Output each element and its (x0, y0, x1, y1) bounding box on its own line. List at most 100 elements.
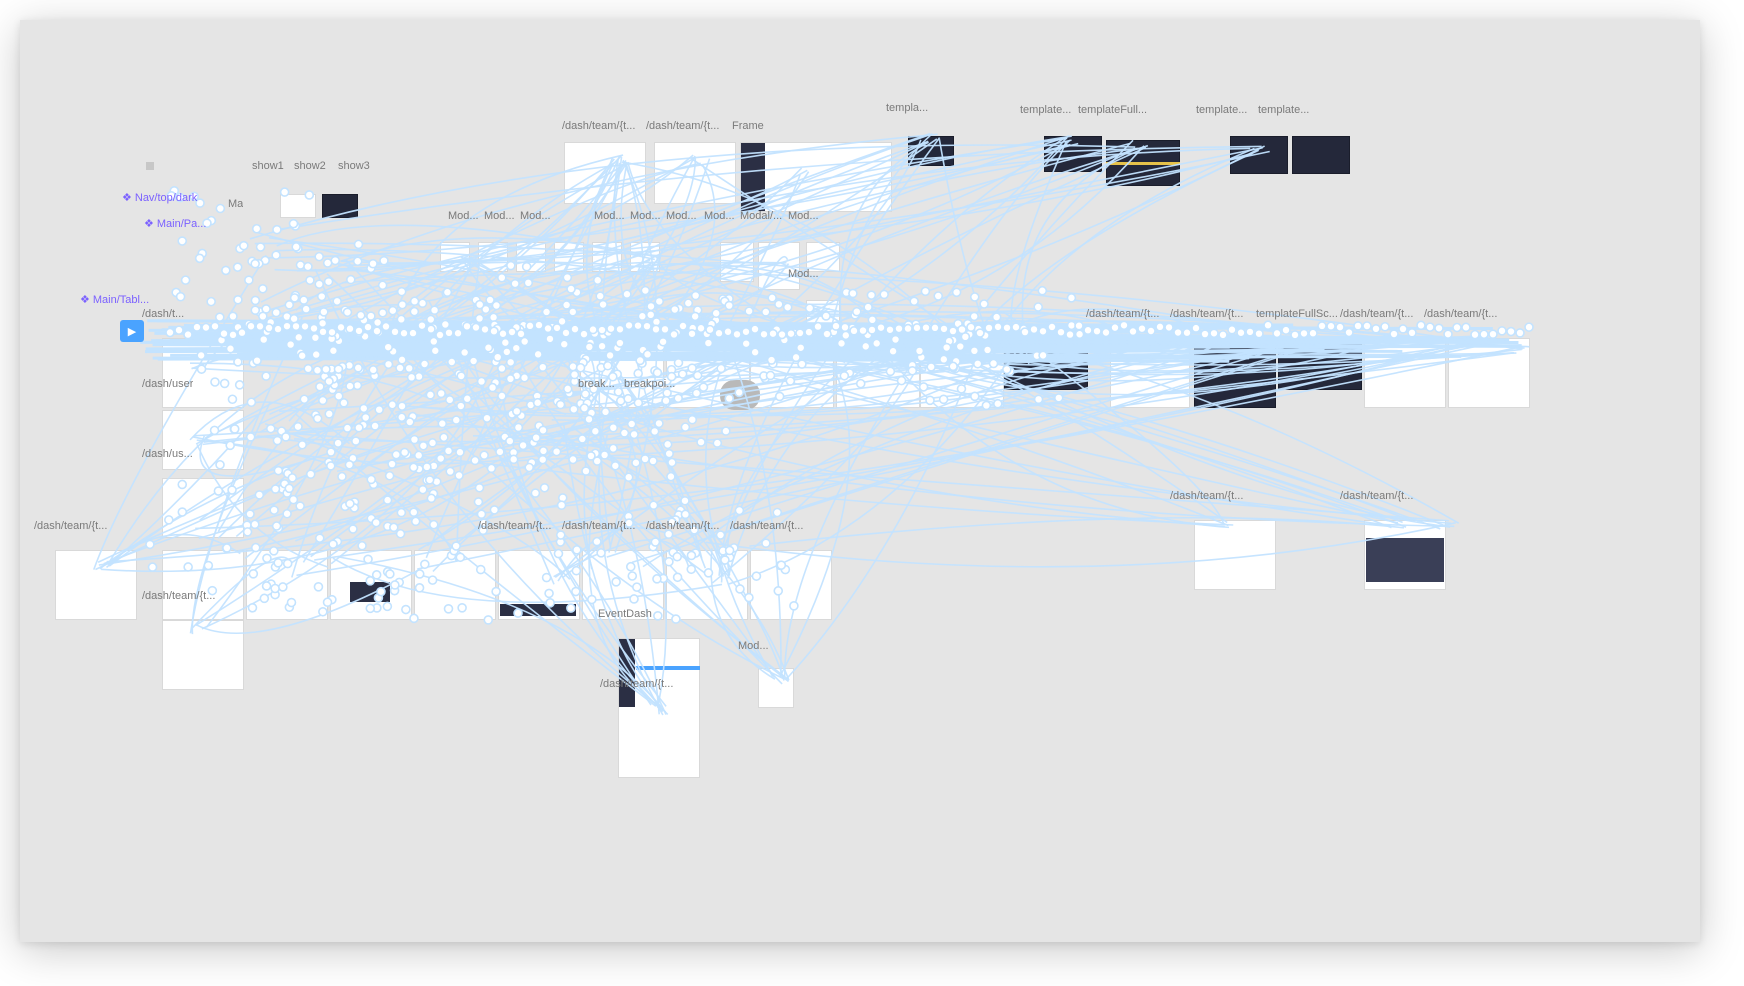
connection-node (389, 522, 399, 533)
connection-line (291, 161, 616, 578)
frame-template-full-sc[interactable] (1278, 338, 1362, 390)
frame-dash-team-r3[interactable] (1364, 338, 1446, 408)
connection-line (940, 139, 1134, 359)
frame-mod-6[interactable] (630, 242, 660, 272)
connection-node (425, 390, 436, 400)
frame-b5[interactable] (414, 550, 496, 620)
connection-node (470, 455, 480, 466)
frame-mod-5[interactable] (592, 242, 622, 272)
frame-mod-bottom[interactable] (758, 668, 794, 708)
frame-template-b[interactable] (1230, 136, 1288, 174)
frame-b2[interactable] (162, 550, 244, 620)
connection-node (674, 303, 684, 314)
frame-show1[interactable] (280, 194, 316, 218)
connection-node (281, 466, 291, 477)
connection-node (383, 342, 393, 352)
connection-node (422, 462, 432, 472)
connection-node (324, 409, 335, 419)
connection-node (680, 422, 691, 432)
connection-node (326, 447, 336, 457)
frame-dash-team-b4[interactable] (666, 550, 748, 620)
connection-node (346, 274, 356, 285)
connection-node (293, 243, 303, 254)
frame-show2[interactable] (322, 194, 358, 218)
frame-dash-user[interactable] (162, 410, 244, 470)
frame-dash-t[interactable] (162, 338, 244, 408)
frame-dash-team-a[interactable] (564, 142, 646, 204)
connection-node (327, 384, 338, 395)
connection-node (324, 376, 334, 387)
connection-node (1037, 285, 1048, 296)
frame-dash-team-b[interactable] (654, 142, 736, 204)
connection-node (584, 414, 594, 425)
frame-dash-team-r5[interactable] (1194, 520, 1276, 590)
frame-mid-2[interactable] (836, 338, 920, 408)
connection-node (331, 331, 341, 341)
frame-template-a[interactable] (1044, 136, 1102, 172)
frame-b3[interactable] (246, 550, 328, 620)
connection-node (221, 265, 231, 276)
label-mod-bottom: Mod... (738, 640, 769, 652)
frame-mid-dark[interactable] (1004, 338, 1088, 390)
connection-node (481, 304, 491, 315)
connection-node (326, 364, 337, 374)
frame-mid-3[interactable] (920, 338, 1004, 408)
connection-node (555, 530, 566, 540)
frame-break[interactable] (580, 338, 664, 408)
connection-node (711, 308, 721, 319)
connection-node (454, 369, 464, 379)
connection-node (867, 325, 877, 335)
connection-node (502, 347, 512, 357)
frame-mod-4[interactable] (554, 242, 584, 272)
connection-node (1407, 328, 1417, 338)
connection-node (761, 538, 771, 548)
connection-node (261, 304, 271, 314)
connection-node (979, 299, 989, 309)
connection-node (312, 413, 323, 424)
connection-node (662, 439, 673, 450)
connection-node (683, 298, 694, 308)
connection-node (556, 500, 567, 510)
connection-node (858, 325, 868, 336)
connection-node (767, 293, 777, 303)
prototype-canvas[interactable]: ❖ Nav/top/dark ❖ Main/Pa... ❖ Main/Tabl... … (20, 20, 1700, 942)
connection-node (244, 275, 254, 285)
frame-dash-team-r4[interactable] (1448, 338, 1530, 408)
frame-dash-team-b5[interactable] (750, 550, 832, 620)
connection-node (1002, 322, 1012, 333)
connection-node (589, 328, 600, 339)
connection-node (368, 258, 378, 269)
component-main-pa[interactable]: ❖ Main/Pa... (144, 218, 206, 230)
connection-node (532, 397, 543, 408)
connection-node (276, 426, 287, 436)
frame-templa[interactable] (908, 136, 954, 166)
frame-dash-team-r2[interactable] (1194, 338, 1276, 408)
connection-node (258, 311, 268, 322)
label-break: break... (578, 378, 615, 390)
connection-node (953, 318, 963, 329)
frame-dash-team-b6[interactable] (162, 620, 244, 690)
frame-modal[interactable] (758, 242, 800, 290)
frame-dash-us[interactable] (162, 478, 244, 538)
connection-node (909, 296, 919, 307)
frame-mod-2[interactable] (478, 242, 508, 272)
frame-mod-3[interactable] (516, 242, 546, 272)
component-main-tabl[interactable]: ❖ Main/Tabl... (80, 294, 149, 306)
frame-mid-1[interactable] (750, 338, 834, 408)
frame-mod-9[interactable] (806, 300, 840, 328)
connection-node (443, 446, 454, 456)
connection-node (623, 472, 634, 483)
frame-mod-1[interactable] (440, 242, 470, 272)
connection-node (414, 371, 424, 382)
play-icon[interactable]: ▶ (120, 320, 144, 342)
frame-mod-7[interactable] (720, 242, 754, 282)
connection-node (333, 371, 343, 381)
frame-dash-team-r1[interactable] (1110, 338, 1190, 408)
frame-template-c[interactable] (1292, 136, 1350, 174)
component-nav-top-dark[interactable]: ❖ Nav/top/dark (122, 192, 197, 204)
connection-node (1524, 322, 1534, 332)
connection-node (344, 459, 355, 470)
event-dash-bar (636, 666, 700, 670)
frame-dash-team-b1[interactable] (55, 550, 137, 620)
connection-node (1056, 327, 1066, 337)
